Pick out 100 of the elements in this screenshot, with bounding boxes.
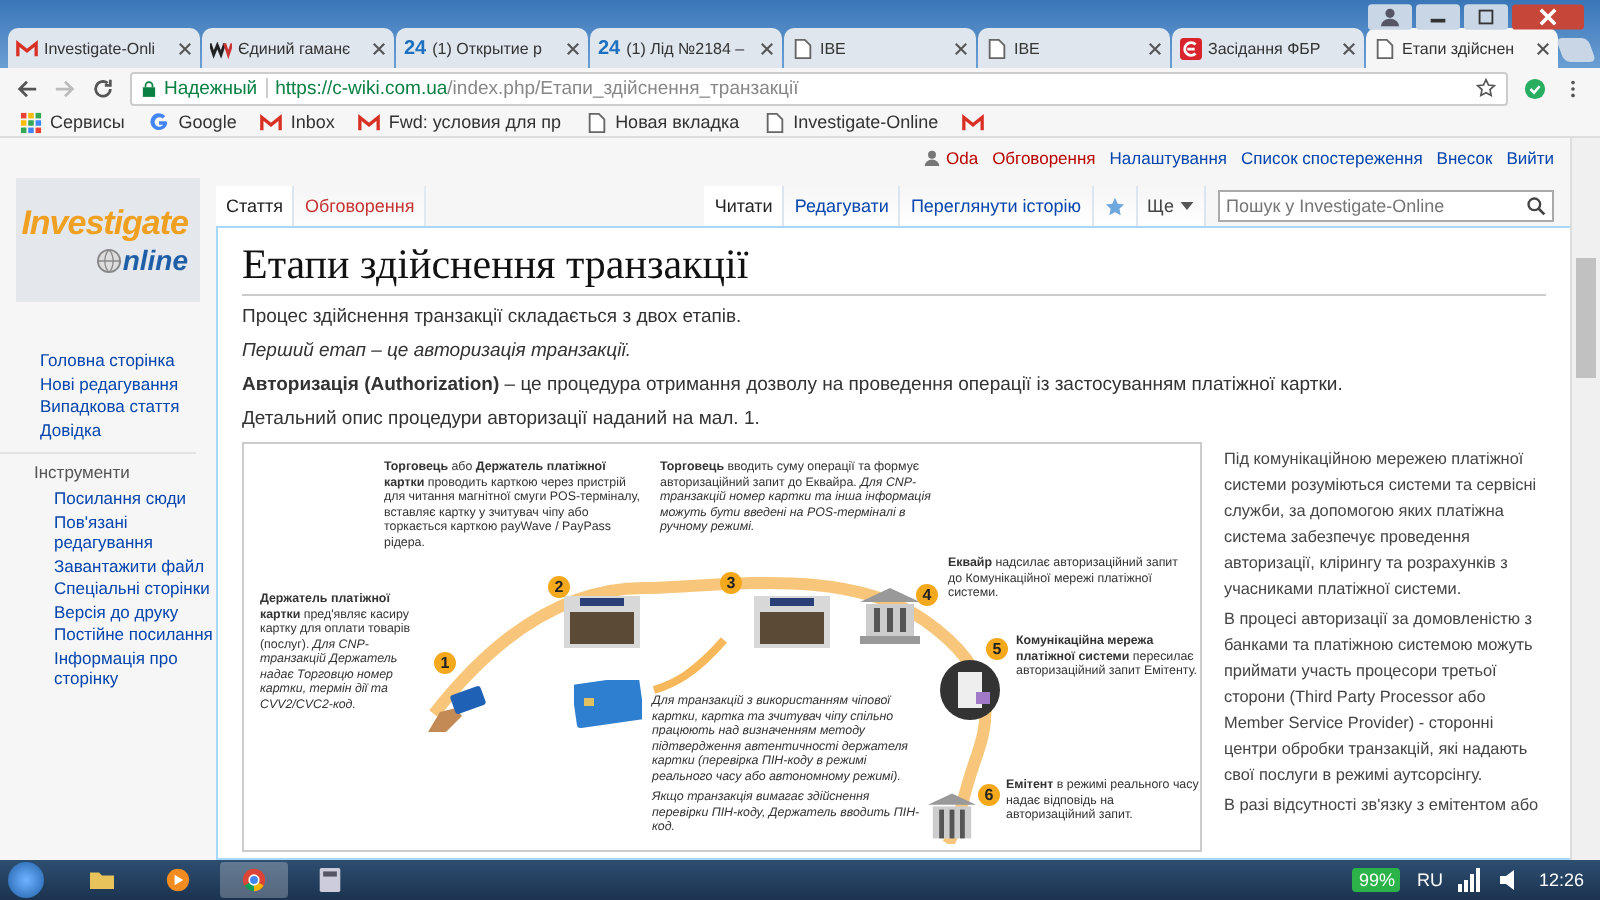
step-number: 3 bbox=[720, 572, 742, 594]
sidebar-link[interactable]: Випадкова стаття bbox=[40, 396, 196, 417]
sidebar-link[interactable]: Інформація про сторінку bbox=[34, 647, 216, 689]
reload-icon[interactable] bbox=[92, 77, 114, 99]
close-icon[interactable] bbox=[372, 41, 386, 55]
personal-link[interactable]: Список спостереження bbox=[1241, 148, 1423, 168]
browser-tab[interactable]: Етапи здійснен bbox=[1366, 28, 1558, 68]
watch-star-button[interactable] bbox=[1093, 186, 1138, 226]
browser-tab[interactable]: IBE bbox=[978, 28, 1170, 68]
page-tab[interactable]: Стаття bbox=[216, 186, 295, 226]
media-player-icon bbox=[166, 868, 190, 892]
mail-icon bbox=[16, 37, 38, 59]
maximize-icon[interactable] bbox=[1464, 4, 1508, 30]
paragraph: Під комунікаційною мережею платіжної системи розуміються системи та сервісні служби, за допомогою яких платіжна система забезпечує проведення авторизації, клірингу та розрахунків з учасниками платіжної системи. bbox=[1224, 448, 1539, 602]
personal-link[interactable]: Oda bbox=[945, 148, 979, 168]
address-bar[interactable]: Надежный https://c-wiki.com.ua/index.php/Етапи_здійснення_транзакції bbox=[130, 71, 1508, 105]
sidebar-link[interactable]: Спеціальні сторінки bbox=[34, 578, 216, 599]
check-circle-icon[interactable] bbox=[1524, 77, 1546, 99]
personal-link[interactable]: Обговорення bbox=[992, 148, 1096, 168]
bookmark-item[interactable]: Новая вкладка bbox=[585, 111, 740, 133]
step-number: 6 bbox=[978, 784, 1000, 806]
step-number: 5 bbox=[986, 638, 1008, 660]
page-icon bbox=[986, 37, 1008, 59]
paragraph: В разі відсутності зв'язку з емітентом або bbox=[1224, 794, 1541, 818]
language-indicator[interactable]: RU bbox=[1416, 870, 1443, 890]
browser-tab[interactable]: Investigate-Onli bbox=[8, 28, 200, 68]
page-icon bbox=[1374, 37, 1396, 59]
caret-icon bbox=[1180, 202, 1194, 210]
paragraph: В процесі авторизації за домовленістю з банками та платіжною системою можуть приймати участь процесори третьої сторони (Third Party Processor або Member Service Provider) - сторонні центри обробки транзакцій, які надають свої послуги в режимі аутсорсінгу. bbox=[1224, 608, 1535, 788]
pos-terminal-icon bbox=[564, 596, 640, 648]
step-number: 1 bbox=[434, 652, 456, 674]
signal-bars-icon[interactable] bbox=[1458, 868, 1483, 892]
mail-icon bbox=[962, 111, 985, 133]
star-icon[interactable] bbox=[1476, 78, 1496, 98]
close-icon[interactable] bbox=[1536, 41, 1550, 55]
url-text: https://c-wiki.com.ua/index.php/Етапи_здійснення_транзакції bbox=[275, 77, 801, 99]
view-tab[interactable]: Читати bbox=[704, 186, 785, 226]
payment-card-icon bbox=[574, 680, 642, 728]
paragraph: Детальний опис процедури авторизації наданий на мал. 1. bbox=[242, 408, 762, 430]
close-icon[interactable] bbox=[954, 41, 968, 55]
start-button[interactable] bbox=[8, 862, 44, 898]
chrome-logo-icon bbox=[242, 868, 266, 892]
personal-link[interactable]: Внесок bbox=[1436, 148, 1493, 168]
browser-tab[interactable]: Засідання ФБР bbox=[1172, 28, 1364, 68]
close-icon[interactable] bbox=[1512, 4, 1584, 30]
bank-building-icon bbox=[860, 588, 920, 644]
profile-icon[interactable] bbox=[1368, 4, 1412, 30]
search-field[interactable]: Пошук у Investigate-Online bbox=[1218, 190, 1554, 222]
new-tab-button[interactable] bbox=[1555, 38, 1597, 62]
bookmark-item[interactable] bbox=[962, 111, 985, 133]
browser-tab[interactable]: IBE bbox=[784, 28, 976, 68]
sidebar-link[interactable]: Версія до друку bbox=[34, 601, 216, 622]
sidebar-heading: Інструменти bbox=[34, 462, 132, 482]
browser-tab[interactable]: Єдиний гаманє bbox=[202, 28, 394, 68]
bookmark-item[interactable]: Fwd: условия для пр bbox=[358, 111, 562, 133]
sidebar-link[interactable]: Пов'язані редагування bbox=[34, 511, 216, 553]
sidebar-link[interactable]: Постійне посилання bbox=[34, 624, 216, 645]
globe-icon bbox=[96, 247, 123, 273]
bookmark-item[interactable]: Google bbox=[148, 111, 237, 133]
bookmark-item[interactable]: Сервисы bbox=[20, 111, 125, 133]
close-icon[interactable] bbox=[178, 41, 192, 55]
view-tab[interactable]: Редагувати bbox=[784, 186, 901, 226]
more-menu[interactable]: Ще bbox=[1137, 186, 1206, 226]
close-icon[interactable] bbox=[1148, 41, 1162, 55]
step-number: 2 bbox=[548, 576, 570, 598]
clock[interactable]: 12:26 bbox=[1538, 870, 1584, 890]
personal-link[interactable]: Налаштування bbox=[1109, 148, 1228, 168]
sidebar-link[interactable]: Завантажити файл bbox=[34, 555, 216, 576]
view-tab[interactable]: Переглянути історію bbox=[900, 186, 1094, 226]
site-logo[interactable]: Investigate nline bbox=[16, 178, 200, 302]
minimize-icon[interactable] bbox=[1416, 4, 1460, 30]
sidebar-link[interactable]: Довідка bbox=[40, 419, 196, 440]
sidebar-link[interactable]: Посилання сюди bbox=[34, 488, 216, 509]
page-title: Етапи здійснення транзакції bbox=[242, 240, 1546, 296]
page-tab[interactable]: Обговорення bbox=[294, 186, 427, 226]
browser-tab[interactable]: 24 (1) Открытие р bbox=[396, 28, 588, 68]
square-logo-icon bbox=[1180, 37, 1202, 59]
paragraph: Авторизація (Authorization) – це процедура отримання дозволу на проведення операції із застосуванням платіжної картки. bbox=[242, 374, 1345, 396]
sidebar-link[interactable]: Головна сторінка bbox=[40, 350, 196, 371]
hand-with-card-icon bbox=[428, 684, 488, 732]
personal-link[interactable]: Вийти bbox=[1506, 148, 1554, 168]
paragraph: Процес здійснення транзакції складається з двох етапів. bbox=[242, 306, 744, 328]
server-icon bbox=[940, 660, 1000, 720]
mail-icon bbox=[260, 111, 283, 133]
sidebar-link[interactable]: Нові редагування bbox=[40, 373, 196, 394]
bookmark-item[interactable]: Investigate-Online bbox=[763, 111, 939, 133]
close-icon[interactable] bbox=[566, 41, 580, 55]
browser-tab[interactable]: 24 (1) Лід №2184 – bbox=[590, 28, 782, 68]
calculator-icon bbox=[318, 868, 342, 892]
close-icon[interactable] bbox=[760, 41, 774, 55]
scrollbar[interactable] bbox=[1570, 138, 1600, 860]
bookmark-item[interactable]: Inbox bbox=[260, 111, 335, 133]
security-label: Надежный bbox=[164, 77, 258, 99]
paragraph: Перший етап – це авторизація транзакції. bbox=[242, 340, 633, 362]
back-arrow-icon[interactable] bbox=[16, 77, 38, 99]
google-logo-icon bbox=[148, 111, 171, 133]
logo-title: Investigate bbox=[21, 204, 188, 244]
close-icon[interactable] bbox=[1342, 41, 1356, 55]
search-icon[interactable] bbox=[1526, 196, 1546, 216]
folder-icon bbox=[90, 868, 114, 892]
